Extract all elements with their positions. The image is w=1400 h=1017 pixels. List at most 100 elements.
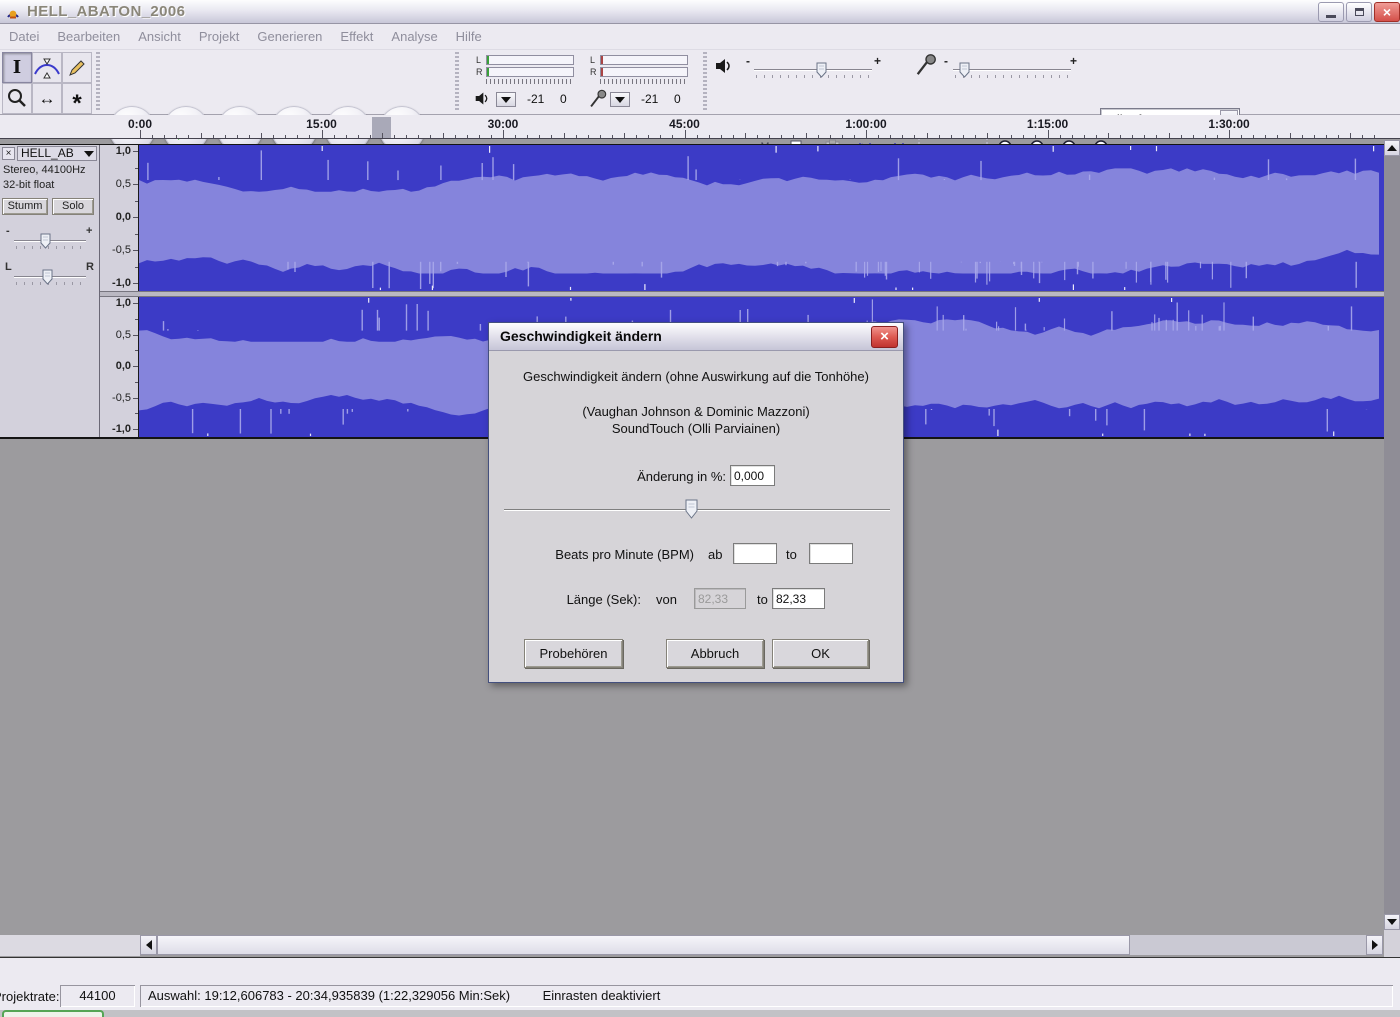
hscroll-right-button[interactable] — [1366, 935, 1383, 955]
input-meter-left-label: L — [590, 56, 595, 65]
toolbar-gripper[interactable] — [703, 52, 707, 112]
output-meter-db-min: -21 — [527, 92, 544, 106]
timeshift-icon: ↔ — [39, 89, 56, 109]
hscroll-thumb[interactable] — [157, 935, 1130, 955]
dialog-close-button[interactable]: × — [871, 326, 898, 348]
track-close-button[interactable]: × — [2, 147, 15, 160]
output-meter-bar-left[interactable] — [486, 55, 574, 65]
timeline-border — [0, 138, 1400, 139]
length-from-label: von — [656, 592, 677, 607]
preview-button[interactable]: Probehören — [524, 639, 623, 668]
dialog-credit1: (Vaughan Johnson & Dominic Mazzoni) — [489, 404, 903, 419]
slider-thumb[interactable] — [959, 62, 970, 78]
output-meter-dropdown[interactable] — [496, 92, 516, 107]
track-name-button[interactable]: HELL_AB — [17, 146, 97, 161]
menu-analyse[interactable]: Analyse — [382, 24, 446, 49]
selection-tool-button[interactable]: I — [2, 52, 32, 83]
hscroll-left-button[interactable] — [140, 935, 157, 955]
taskbar-button[interactable] — [2, 1010, 104, 1017]
menu-ansicht[interactable]: Ansicht — [129, 24, 190, 49]
input-meter-dropdown[interactable] — [610, 92, 630, 107]
vscroll-track[interactable] — [1384, 156, 1400, 914]
timeline-label: 1:30:00 — [1208, 117, 1249, 131]
mute-button[interactable]: Stumm — [2, 198, 48, 215]
length-to-input[interactable] — [772, 588, 825, 609]
pan-slider[interactable] — [14, 269, 86, 285]
menu-effekt[interactable]: Effekt — [331, 24, 382, 49]
microphone-icon — [588, 88, 608, 108]
magnifier-icon — [6, 88, 28, 110]
maximize-button[interactable] — [1346, 2, 1372, 22]
ok-button[interactable]: OK — [772, 639, 869, 668]
menu-hilfe[interactable]: Hilfe — [447, 24, 491, 49]
tempo-slider-thumb[interactable] — [685, 499, 698, 519]
bpm-to-input[interactable] — [809, 543, 853, 564]
timeline-label: 45:00 — [669, 117, 700, 131]
output-volume-slider[interactable] — [754, 62, 872, 78]
input-volume-minus: - — [944, 54, 948, 68]
timeline-label: 30:00 — [488, 117, 519, 131]
percent-change-input[interactable] — [730, 465, 775, 486]
draw-tool-button[interactable] — [62, 52, 92, 83]
timeline-ruler[interactable]: 0:0015:0030:0045:001:00:001:15:001:30:00 — [0, 115, 1400, 139]
project-rate-label: Projektrate: — [0, 989, 59, 1004]
cancel-button[interactable]: Abbruch — [666, 639, 764, 668]
maximize-icon — [1355, 8, 1364, 16]
zoom-tool-button[interactable] — [2, 83, 32, 114]
multi-tool-button[interactable]: * — [62, 83, 92, 114]
envelope-icon — [34, 57, 60, 79]
ruler-label: -0,5 — [112, 392, 131, 404]
dialog-titlebar[interactable]: Geschwindigkeit ändern × — [489, 323, 903, 351]
toolbar-gripper[interactable] — [96, 52, 100, 112]
menu-datei[interactable]: Datei — [0, 24, 48, 49]
pan-left-label: L — [5, 261, 12, 273]
output-volume-plus: + — [874, 54, 881, 68]
timeline-label: 0:00 — [128, 117, 152, 131]
window-title: HELL_ABATON_2006 — [27, 3, 185, 20]
output-meter-scale — [486, 79, 574, 84]
snap-status-text: Einrasten deaktiviert — [543, 988, 661, 1003]
track-name: HELL_AB — [21, 146, 74, 160]
minimize-button[interactable] — [1318, 2, 1344, 22]
input-volume-plus: + — [1070, 54, 1077, 68]
envelope-tool-button[interactable] — [32, 52, 62, 83]
length-label: Länge (Sek): — [489, 592, 641, 607]
input-meter-bar-right[interactable] — [600, 67, 688, 77]
solo-button[interactable]: Solo — [52, 198, 94, 215]
bpm-to-label: to — [786, 547, 797, 562]
waveform-channel1[interactable] — [138, 145, 1384, 291]
menu-bar: DateiBearbeitenAnsichtProjektGenerierenE… — [0, 24, 1400, 50]
percent-change-label: Änderung in %: — [489, 469, 726, 484]
pencil-icon — [67, 58, 87, 78]
timeline-label: 1:00:00 — [845, 117, 886, 131]
toolbar-gripper[interactable] — [455, 52, 459, 112]
slider-thumb[interactable] — [40, 233, 51, 249]
menu-projekt[interactable]: Projekt — [190, 24, 248, 49]
output-meter-bar-right[interactable] — [486, 67, 574, 77]
menu-bearbeiten[interactable]: Bearbeiten — [48, 24, 129, 49]
vscroll-down-button[interactable] — [1384, 914, 1400, 930]
output-volume-minus: - — [746, 54, 750, 68]
gain-slider[interactable] — [14, 233, 86, 249]
gain-plus-label: + — [86, 225, 92, 237]
input-volume-slider[interactable] — [953, 62, 1071, 78]
input-meter-bar-left[interactable] — [600, 55, 688, 65]
close-button[interactable]: × — [1374, 2, 1400, 22]
slider-thumb[interactable] — [816, 62, 827, 78]
ibeam-icon: I — [13, 57, 21, 78]
bpm-from-input[interactable] — [733, 543, 777, 564]
timeshift-tool-button[interactable]: ↔ — [32, 83, 62, 114]
audacity-window: HELL_ABATON_2006 × DateiBearbeitenAnsich… — [0, 0, 1400, 1017]
output-meter-db-zero: 0 — [560, 92, 567, 106]
slider-thumb[interactable] — [42, 269, 53, 285]
ruler-label: 1,0 — [116, 297, 131, 309]
selection-status-text: Auswahl: 19:12,606783 - 20:34,935839 (1:… — [148, 988, 510, 1003]
vscroll-up-button[interactable] — [1384, 140, 1400, 156]
dropdown-arrow-icon — [501, 97, 511, 103]
menu-generieren[interactable]: Generieren — [248, 24, 331, 49]
project-rate-field[interactable]: 44100 — [60, 985, 135, 1007]
track-control-panel: × HELL_AB Stereo, 44100Hz 32-bit float S… — [0, 145, 100, 437]
input-volume-mic-icon — [914, 52, 938, 76]
scroll-corner — [1384, 930, 1400, 957]
ruler-label: -1,0 — [112, 423, 131, 435]
